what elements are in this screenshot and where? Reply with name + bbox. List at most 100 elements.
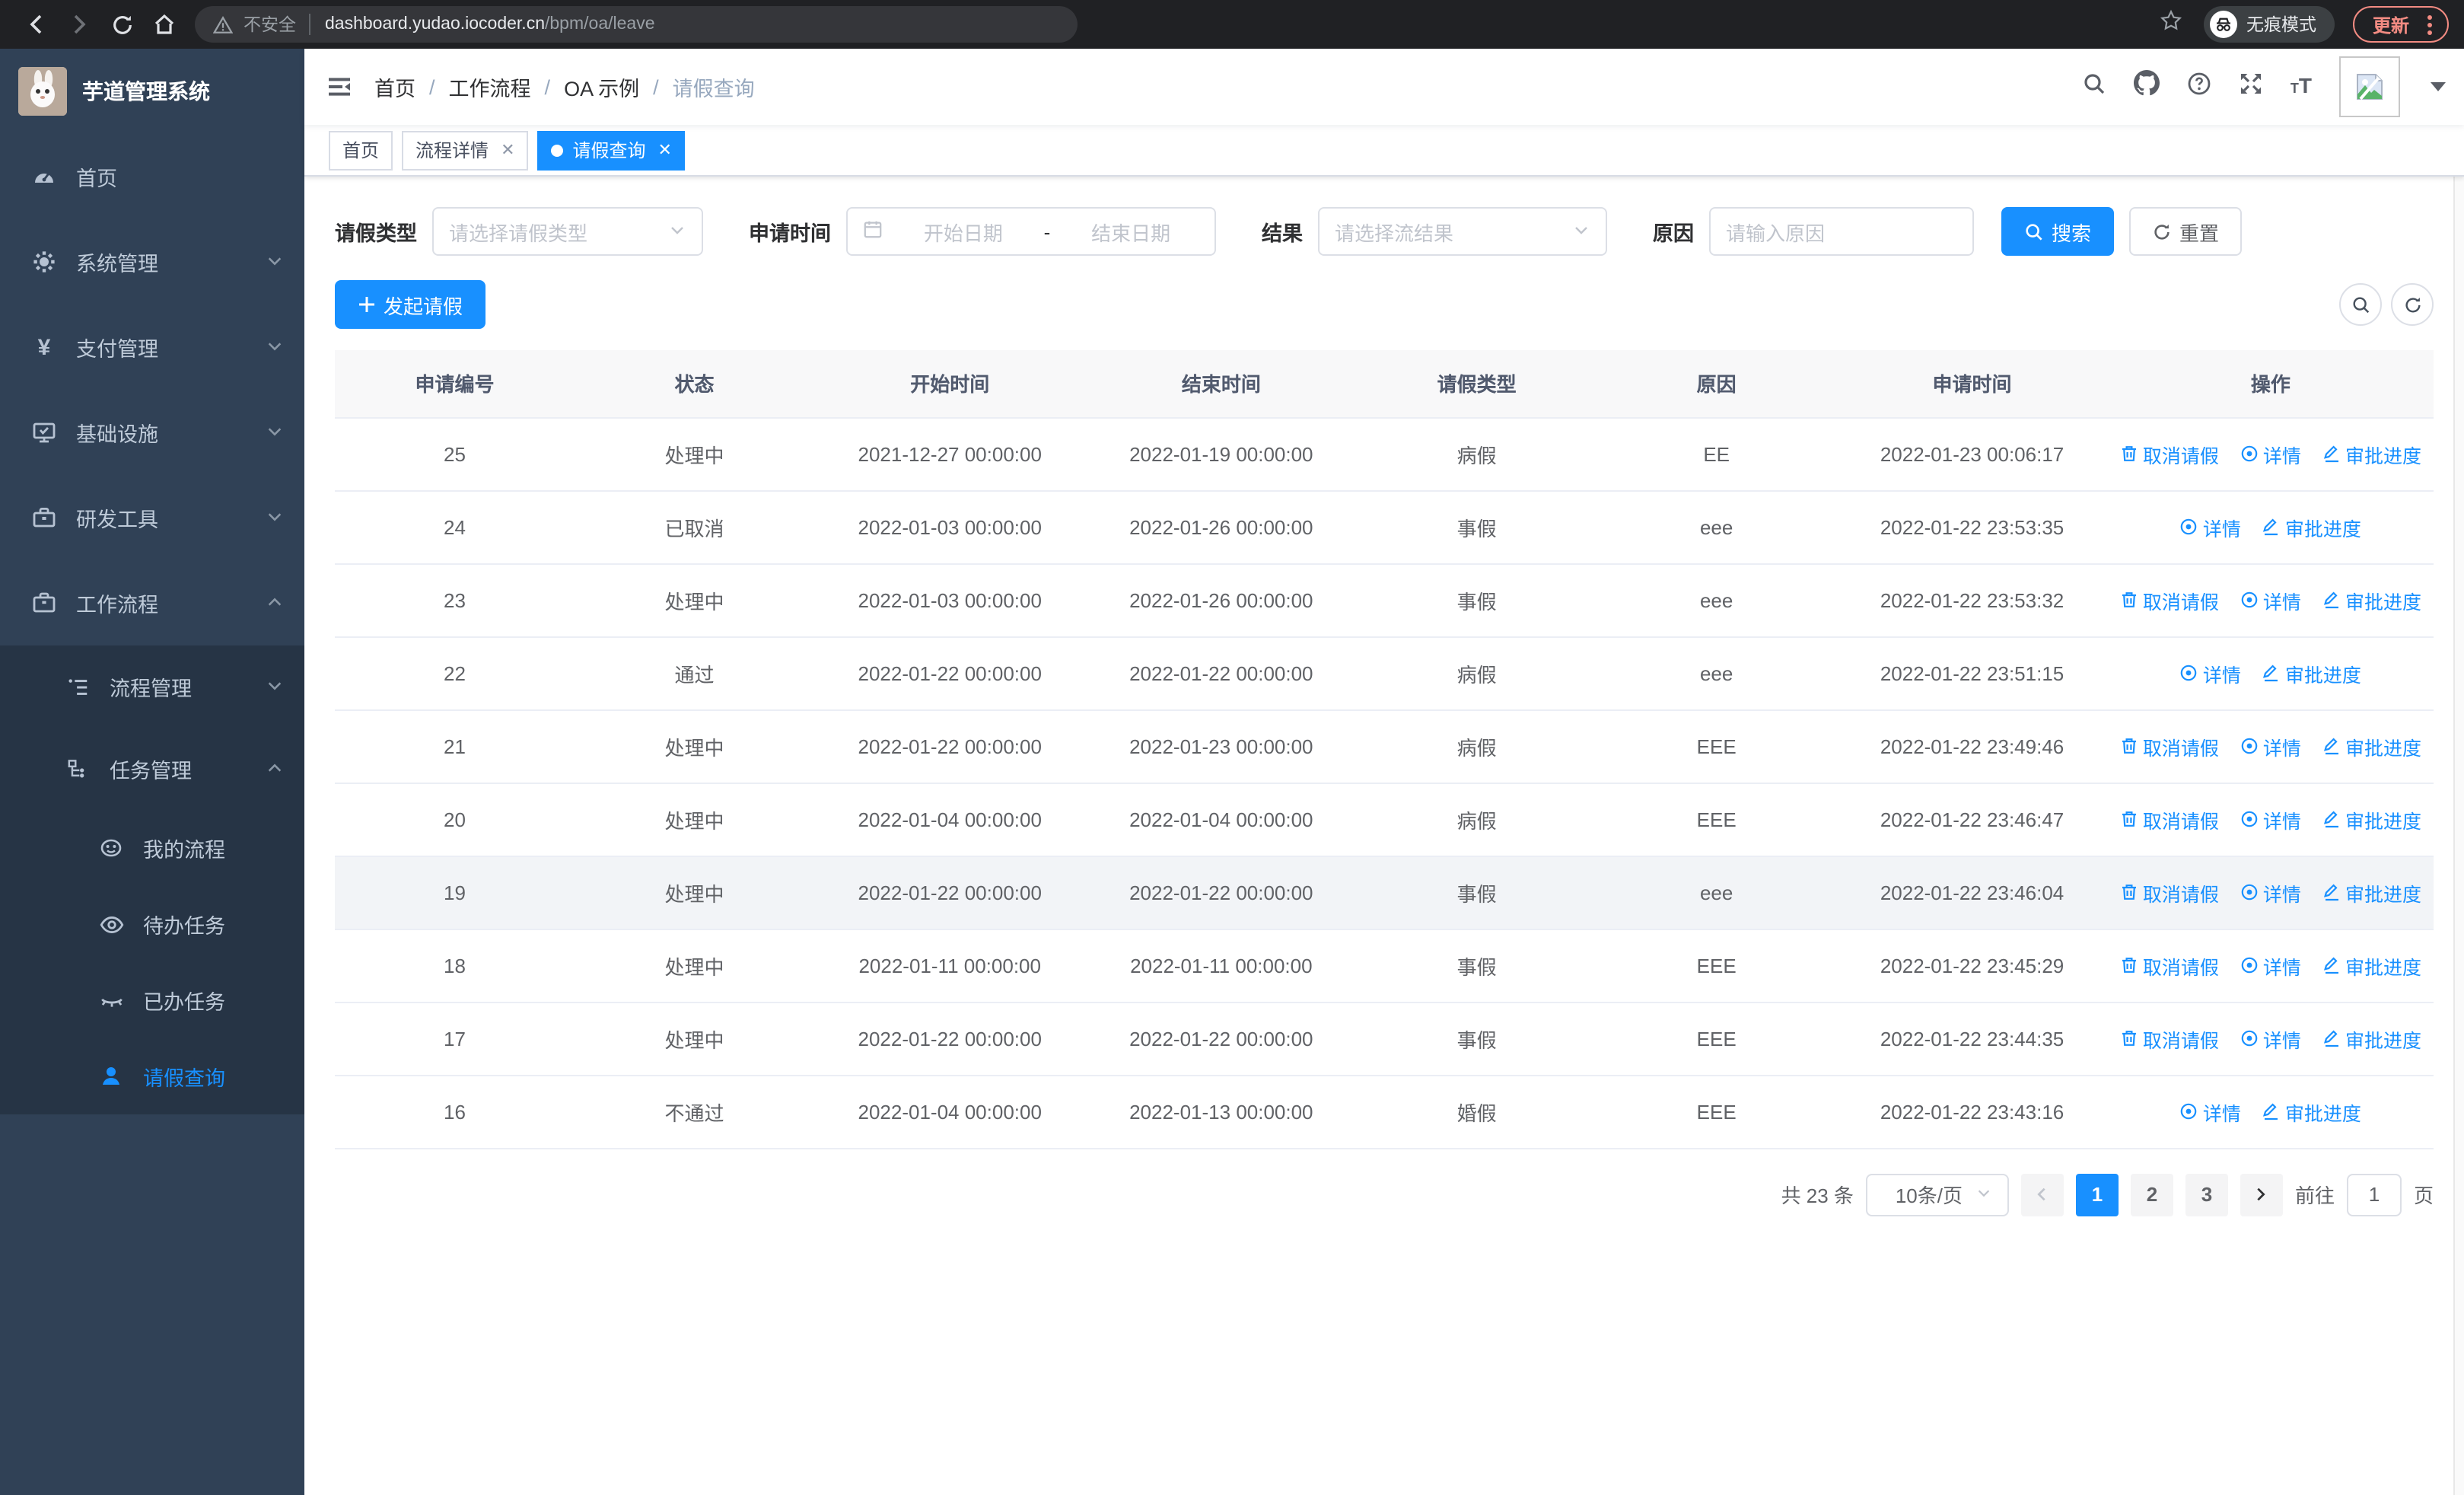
- apply-time-range-picker[interactable]: 开始日期 - 结束日期: [846, 207, 1216, 256]
- breadcrumb-workflow[interactable]: 工作流程: [449, 72, 531, 102]
- edit-icon: [2263, 665, 2278, 682]
- tree-list-icon: [64, 675, 91, 698]
- not-secure-icon: [213, 14, 233, 33]
- back-icon[interactable]: [15, 5, 58, 44]
- detail-link[interactable]: 详情: [2240, 805, 2301, 834]
- cancel-leave-link[interactable]: 取消请假: [2120, 878, 2219, 907]
- scrollbar[interactable]: [2453, 49, 2464, 1495]
- cancel-leave-link[interactable]: 取消请假: [2120, 951, 2219, 980]
- col-reason: 原因: [1597, 350, 1837, 418]
- sidebar-item-workflow[interactable]: 工作流程: [0, 560, 304, 645]
- create-leave-button[interactable]: 发起请假: [335, 280, 486, 329]
- sidebar-item-payment[interactable]: ¥ 支付管理: [0, 304, 304, 390]
- update-button[interactable]: 更新: [2352, 6, 2449, 43]
- page-button-1[interactable]: 1: [2075, 1173, 2119, 1216]
- breadcrumb-oa[interactable]: OA 示例: [564, 72, 639, 102]
- reset-button[interactable]: 重置: [2129, 207, 2243, 256]
- result-select[interactable]: 请选择流结果: [1318, 207, 1607, 256]
- cancel-leave-link[interactable]: 取消请假: [2120, 585, 2219, 614]
- cancel-leave-link[interactable]: 取消请假: [2120, 1024, 2219, 1053]
- prev-page-button[interactable]: [2020, 1173, 2064, 1216]
- edit-icon: [2323, 957, 2338, 974]
- detail-link[interactable]: 详情: [2180, 1097, 2241, 1126]
- sidebar-header[interactable]: 芋道管理系统: [0, 49, 304, 134]
- search-button[interactable]: 搜索: [2001, 207, 2115, 256]
- avatar-caret-icon[interactable]: [2431, 82, 2446, 91]
- close-icon[interactable]: ✕: [501, 140, 514, 160]
- detail-link[interactable]: 详情: [2240, 732, 2301, 760]
- detail-link[interactable]: 详情: [2180, 658, 2241, 687]
- approval-progress-link[interactable]: 审批进度: [2322, 951, 2421, 980]
- fullscreen-icon[interactable]: [2239, 71, 2263, 103]
- url-bar[interactable]: 不安全 dashboard.yudao.iocoder.cn/bpm/oa/le…: [195, 6, 1078, 43]
- sidebar-fold-icon[interactable]: [326, 73, 353, 100]
- next-page-button[interactable]: [2240, 1173, 2283, 1216]
- monitor-icon: [30, 420, 58, 445]
- sidebar-item-done-tasks[interactable]: 已办任务: [0, 962, 304, 1038]
- avatar[interactable]: [2339, 56, 2400, 117]
- sidebar-item-infra[interactable]: 基础设施: [0, 390, 304, 475]
- github-icon[interactable]: [2133, 70, 2160, 104]
- table-search-toggle-button[interactable]: [2339, 283, 2382, 326]
- filter-form: 请假类型 请选择请假类型 申请时间 开始日期 - 结束日期 结果 请选择流结果 …: [335, 207, 2434, 256]
- goto-page-input[interactable]: 1: [2346, 1173, 2402, 1216]
- chevron-down-icon: [266, 336, 283, 359]
- calendar-icon: [863, 219, 883, 244]
- page-button-2[interactable]: 2: [2130, 1173, 2173, 1216]
- font-size-icon[interactable]: TT: [2291, 73, 2312, 100]
- sidebar-item-my-process[interactable]: 我的流程: [0, 810, 304, 886]
- tab-leave-query[interactable]: 请假查询 ✕: [537, 130, 686, 170]
- reason-input[interactable]: 请输入原因: [1709, 207, 1974, 256]
- approval-progress-link[interactable]: 审批进度: [2322, 878, 2421, 907]
- sidebar-item-process-mgmt[interactable]: 流程管理: [0, 645, 304, 728]
- sidebar-item-leave-query[interactable]: 请假查询: [0, 1038, 304, 1114]
- sidebar-item-devtools[interactable]: 研发工具: [0, 475, 304, 560]
- forward-icon[interactable]: [58, 5, 100, 44]
- approval-progress-link[interactable]: 审批进度: [2322, 439, 2421, 468]
- detail-link[interactable]: 详情: [2240, 585, 2301, 614]
- close-icon[interactable]: ✕: [658, 140, 672, 160]
- cancel-leave-link[interactable]: 取消请假: [2120, 439, 2219, 468]
- approval-progress-link[interactable]: 审批进度: [2262, 1097, 2361, 1126]
- sidebar-item-home[interactable]: 首页: [0, 134, 304, 219]
- app-logo: [18, 67, 67, 116]
- delete-icon: [2122, 811, 2136, 827]
- approval-progress-link[interactable]: 审批进度: [2322, 1024, 2421, 1053]
- table-refresh-button[interactable]: [2391, 283, 2434, 326]
- goto-suffix: 页: [2413, 1184, 2434, 1207]
- detail-link[interactable]: 详情: [2240, 439, 2301, 468]
- sidebar-item-task-mgmt[interactable]: 任务管理: [0, 728, 304, 810]
- tab-process-detail[interactable]: 流程详情 ✕: [402, 130, 529, 170]
- help-icon[interactable]: [2187, 71, 2211, 103]
- search-icon: [2026, 223, 2042, 240]
- home-icon[interactable]: [143, 5, 186, 44]
- sidebar-item-todo-tasks[interactable]: 待办任务: [0, 886, 304, 962]
- tab-home[interactable]: 首页: [329, 130, 393, 170]
- approval-progress-link[interactable]: 审批进度: [2322, 585, 2421, 614]
- approval-progress-link[interactable]: 审批进度: [2322, 732, 2421, 760]
- sidebar-item-system[interactable]: 系统管理: [0, 219, 304, 304]
- approval-progress-link[interactable]: 审批进度: [2322, 805, 2421, 834]
- approval-progress-link[interactable]: 审批进度: [2262, 658, 2361, 687]
- leave-type-select[interactable]: 请选择请假类型: [432, 207, 703, 256]
- search-icon[interactable]: [2082, 71, 2106, 103]
- cancel-leave-link[interactable]: 取消请假: [2120, 805, 2219, 834]
- delete-icon: [2122, 738, 2136, 754]
- end-date-input[interactable]: 结束日期: [1062, 217, 1199, 246]
- detail-link[interactable]: 详情: [2240, 951, 2301, 980]
- delete-icon: [2122, 958, 2136, 973]
- table-row: 21 处理中 2022-01-22 00:00:00 2022-01-23 00:00…: [335, 709, 2434, 783]
- reload-icon[interactable]: [100, 5, 143, 44]
- col-end-time: 结束时间: [1085, 350, 1358, 418]
- cancel-leave-link[interactable]: 取消请假: [2120, 732, 2219, 760]
- page-size-select[interactable]: 10条/页: [1865, 1173, 2009, 1216]
- page-button-3[interactable]: 3: [2185, 1173, 2228, 1216]
- breadcrumb-home[interactable]: 首页: [374, 72, 415, 102]
- browser-menu-icon[interactable]: [2421, 14, 2438, 34]
- approval-progress-link[interactable]: 审批进度: [2262, 512, 2361, 541]
- bookmark-star-icon[interactable]: [2160, 9, 2182, 40]
- detail-link[interactable]: 详情: [2240, 878, 2301, 907]
- detail-link[interactable]: 详情: [2180, 512, 2241, 541]
- start-date-input[interactable]: 开始日期: [895, 217, 1032, 246]
- detail-link[interactable]: 详情: [2240, 1024, 2301, 1053]
